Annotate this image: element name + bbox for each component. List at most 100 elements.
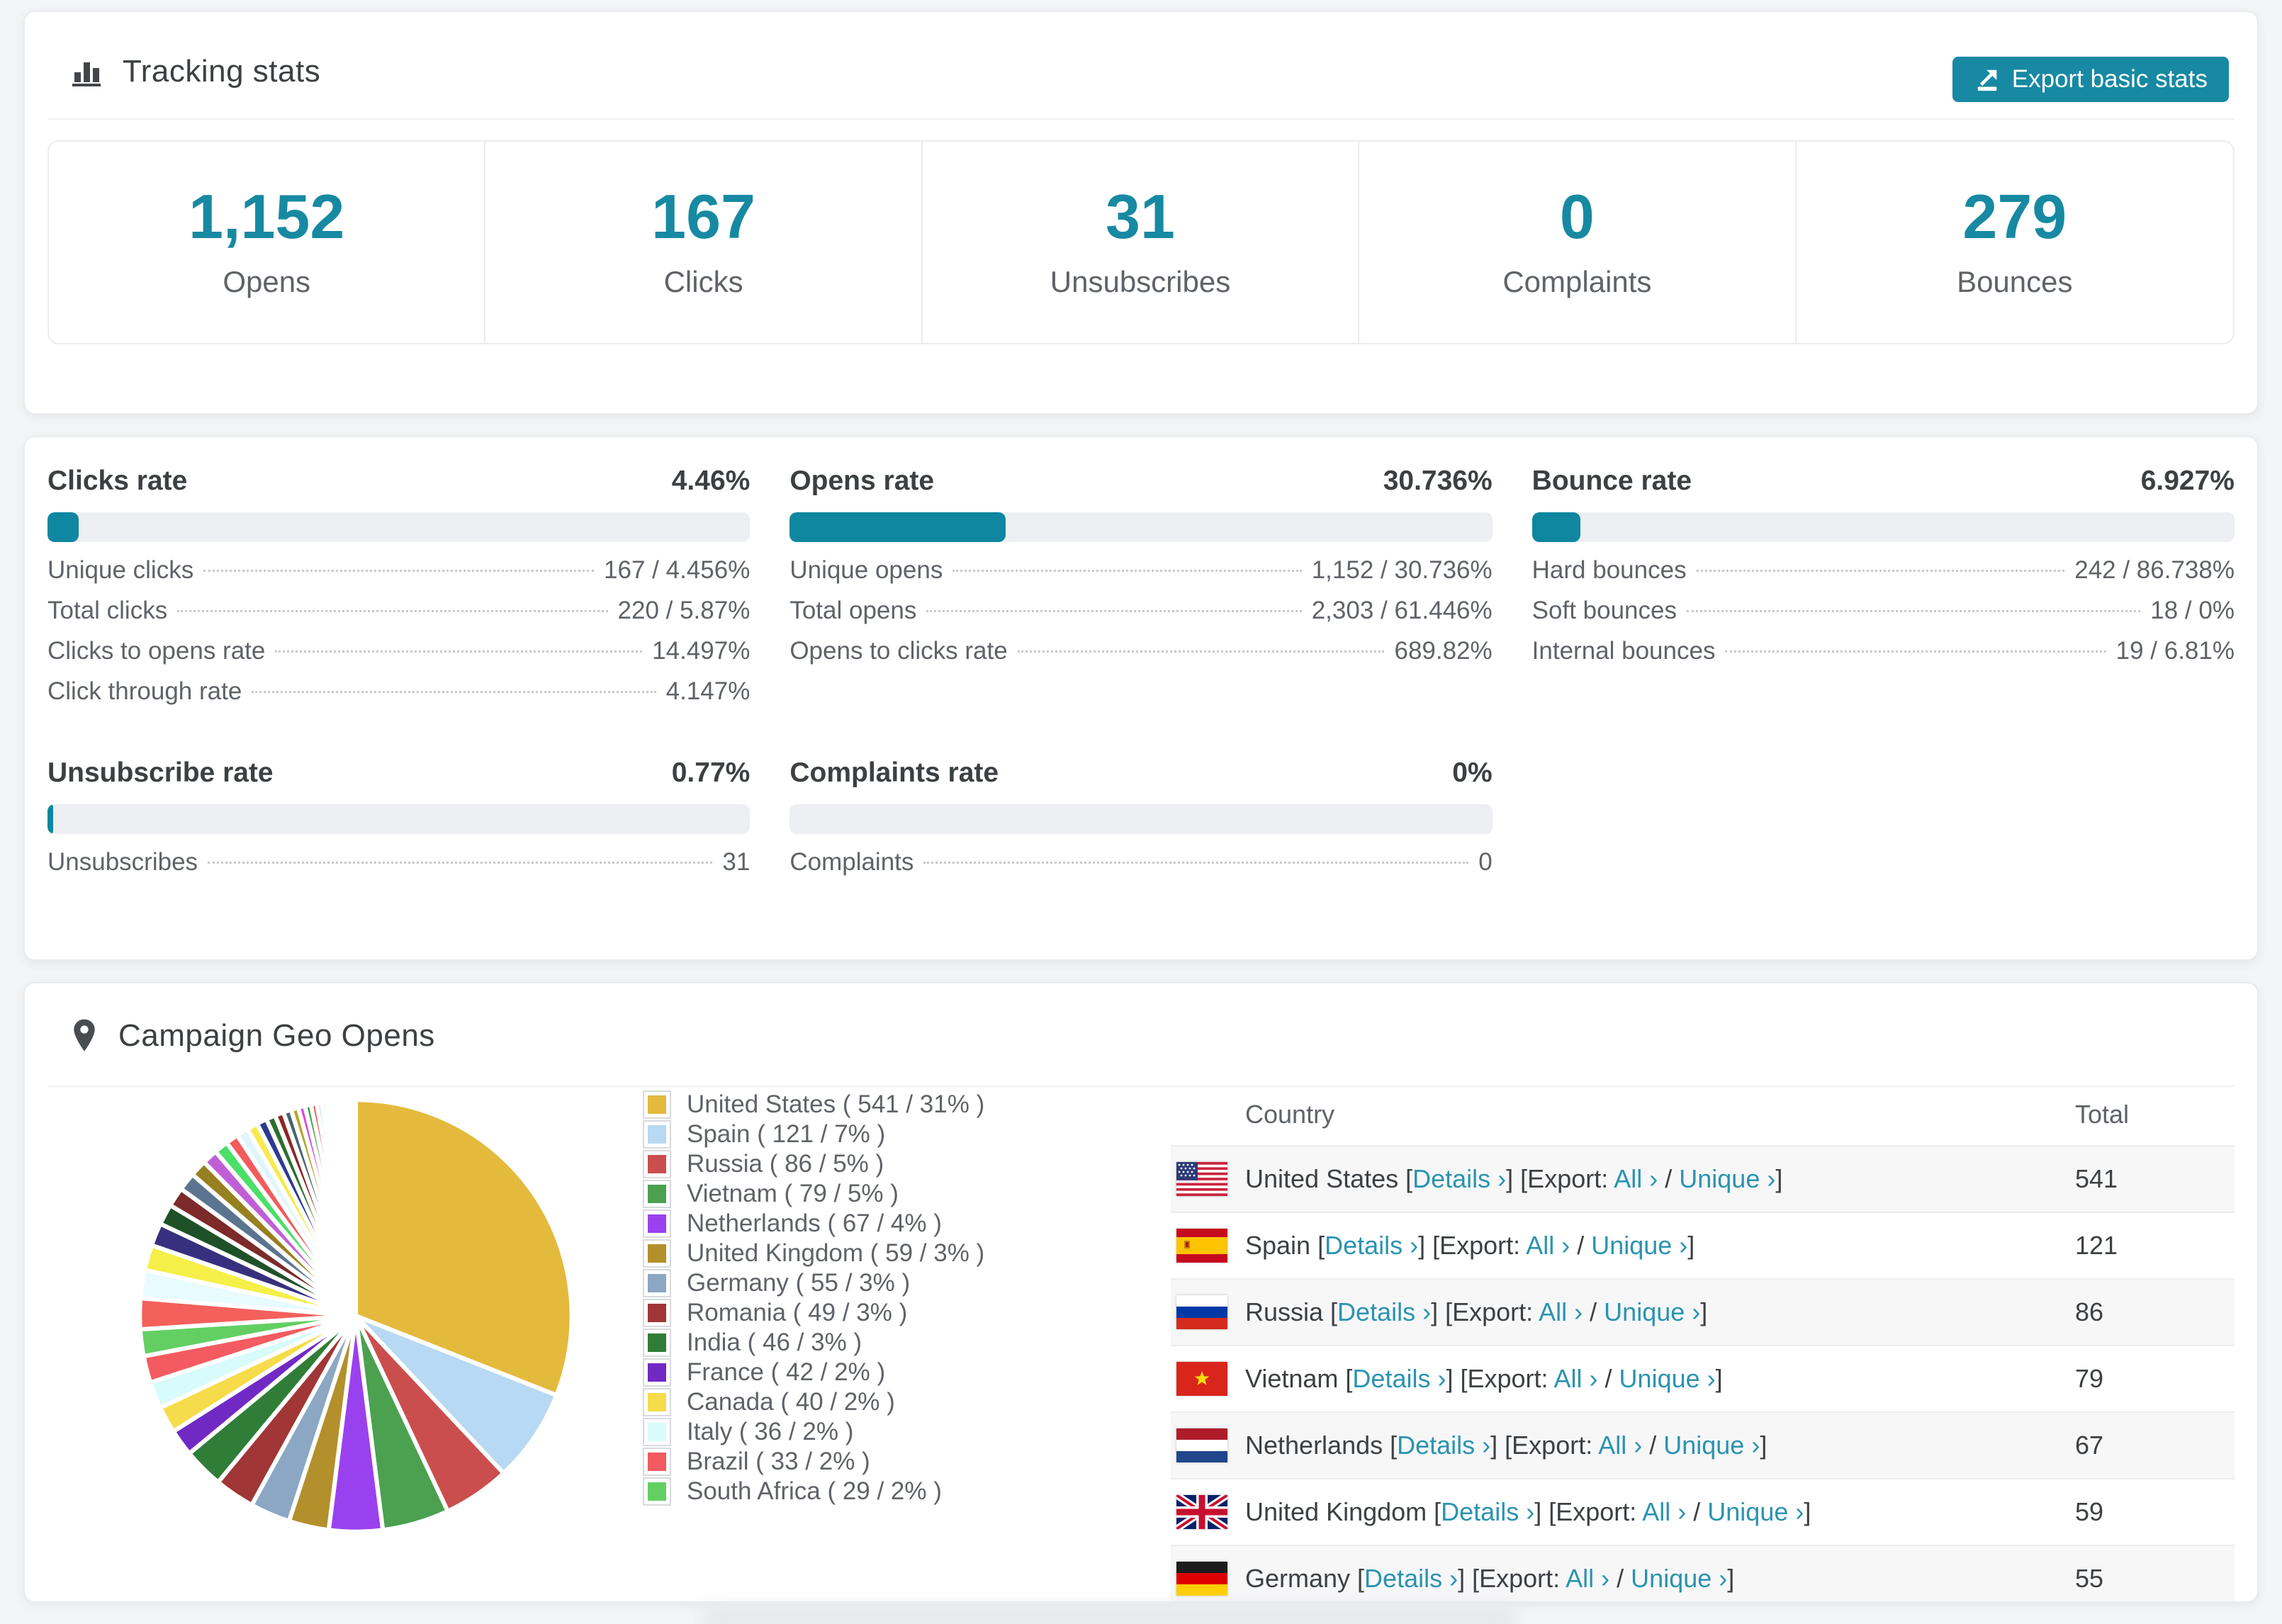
panel-title: Clicks rate — [47, 466, 188, 496]
legend-swatch — [643, 1120, 671, 1149]
detail-value: 1,152 / 30.736% — [1311, 556, 1493, 584]
detail-row: Soft bounces 18 / 0% — [1532, 597, 2235, 637]
flag-ru-icon — [1176, 1295, 1227, 1329]
export-unique-link[interactable]: Unique › — [1663, 1431, 1760, 1460]
geo-title: Campaign Geo Opens — [118, 1018, 435, 1053]
export-unique-link[interactable]: Unique › — [1631, 1564, 1727, 1593]
export-all-link[interactable]: All › — [1614, 1164, 1658, 1193]
details-link[interactable]: Details › — [1325, 1231, 1418, 1260]
export-all-link[interactable]: All › — [1526, 1231, 1570, 1260]
detail-row: Click through rate 4.147% — [47, 677, 750, 718]
detail-label: Hard bounces — [1531, 556, 1687, 584]
static-text: ] — [1687, 1231, 1695, 1260]
panel-detail-rows: Unique clicks 167 / 4.456% Total clicks 220… — [47, 556, 750, 718]
detail-row: Total clicks 220 / 5.87% — [47, 597, 750, 637]
static-text: / — [1609, 1564, 1631, 1593]
static-text: ] [Export: — [1446, 1364, 1554, 1393]
legend-swatch — [643, 1090, 671, 1119]
panel-title: Opens rate — [789, 466, 935, 496]
detail-value: 220 / 5.87% — [617, 597, 751, 624]
static-text: Vietnam [ — [1245, 1364, 1353, 1393]
legend-swatch — [643, 1269, 671, 1297]
panel-detail-rows: Unsubscribes 31 — [47, 848, 750, 889]
static-text: ] — [1727, 1564, 1735, 1593]
export-button-label: Export basic stats — [2011, 65, 2208, 93]
legend-item-canada: Canada ( 40 / 2% ) — [643, 1387, 984, 1417]
export-unique-link[interactable]: Unique › — [1679, 1164, 1775, 1193]
legend-label: South Africa ( 29 / 2% ) — [687, 1477, 942, 1505]
details-link[interactable]: Details › — [1352, 1364, 1446, 1393]
details-link[interactable]: Details › — [1397, 1431, 1490, 1460]
flag-vn-icon — [1176, 1362, 1227, 1396]
legend-item-france: France ( 42 / 2% ) — [643, 1358, 984, 1387]
progress-fill — [1531, 512, 1581, 542]
column-header-total: Total — [2075, 1100, 2130, 1129]
details-link[interactable]: Details › — [1412, 1164, 1506, 1193]
panel-title: Bounce rate — [1531, 466, 1692, 496]
export-unique-link[interactable]: Unique › — [1707, 1497, 1804, 1526]
legend-item-germany: Germany ( 55 / 3% ) — [643, 1268, 984, 1298]
detail-label: Total clicks — [47, 597, 168, 624]
static-text: / — [1658, 1164, 1680, 1193]
rate-panel-clicks-rate: Clicks rate 4.46% Unique clicks 167 / 4.456… — [47, 466, 751, 718]
static-text: United States [ — [1245, 1164, 1413, 1193]
legend-swatch — [643, 1358, 671, 1387]
stat-value: 1,152 — [189, 181, 345, 252]
bar-chart-icon — [70, 55, 103, 88]
detail-row: Opens to clicks rate 689.82% — [789, 637, 1492, 677]
header-divider — [47, 118, 2235, 120]
dotted-leader — [1725, 650, 2106, 653]
total-cell: 59 — [2075, 1497, 2104, 1526]
panel-title: Unsubscribe rate — [47, 757, 274, 788]
flag-de-icon — [1176, 1562, 1227, 1596]
legend-swatch — [643, 1209, 671, 1238]
geo-opens-pie-chart — [137, 1098, 574, 1534]
campaign-stats-page: Tracking stats Export basic stats 1,152 O… — [0, 0, 2282, 1624]
detail-value: 2,303 / 61.446% — [1311, 597, 1493, 624]
country-links: United States [Details ›] [Export: All ›… — [1245, 1164, 1782, 1193]
country-links: Germany [Details ›] [Export: All › / Uni… — [1245, 1564, 1734, 1593]
legend-swatch — [643, 1448, 671, 1476]
export-all-link[interactable]: All › — [1554, 1364, 1598, 1393]
export-unique-link[interactable]: Unique › — [1604, 1297, 1700, 1326]
legend-label: Vietnam ( 79 / 5% ) — [687, 1180, 899, 1207]
details-link[interactable]: Details › — [1441, 1497, 1534, 1526]
panel-value: 6.927% — [2140, 466, 2235, 496]
panel-detail-rows: Complaints 0 — [789, 848, 1492, 889]
export-all-link[interactable]: All › — [1598, 1431, 1642, 1460]
static-text: ] [Export: — [1431, 1297, 1539, 1326]
detail-label: Click through rate — [47, 677, 242, 705]
export-all-link[interactable]: All › — [1566, 1564, 1609, 1593]
legend-swatch — [643, 1150, 671, 1178]
detail-label: Internal bounces — [1531, 637, 1716, 665]
country-cell: Spain [Details ›] [Export: All › / Uniqu… — [1176, 1229, 2075, 1263]
country-cell: Russia [Details ›] [Export: All › / Uniq… — [1176, 1295, 2075, 1329]
export-unique-link[interactable]: Unique › — [1591, 1231, 1687, 1260]
detail-row: Total opens 2,303 / 61.446% — [789, 597, 1492, 637]
export-basic-stats-button[interactable]: Export basic stats — [1952, 57, 2229, 102]
dotted-leader — [275, 650, 643, 653]
legend-swatch — [643, 1329, 671, 1357]
stat-cell-bounces: 279 Bounces — [1797, 142, 2233, 343]
total-cell: 121 — [2075, 1231, 2118, 1260]
progress-track — [1531, 512, 2235, 542]
tracking-stats-header: Tracking stats — [25, 12, 2257, 118]
export-all-link[interactable]: All › — [1539, 1297, 1583, 1326]
details-link[interactable]: Details › — [1364, 1564, 1458, 1593]
geo-opens-table: Country Total United States [Details ›] … — [1171, 1084, 2235, 1601]
static-text: United Kingdom [ — [1245, 1497, 1441, 1526]
export-all-link[interactable]: All › — [1642, 1497, 1686, 1526]
stat-cell-clicks: 167 Clicks — [485, 142, 923, 343]
legend-label: Romania ( 49 / 3% ) — [687, 1299, 908, 1326]
export-unique-link[interactable]: Unique › — [1619, 1364, 1716, 1393]
legend-item-india: India ( 46 / 3% ) — [643, 1328, 984, 1358]
static-text: ] — [1715, 1364, 1723, 1393]
stat-label: Complaints — [1502, 265, 1652, 298]
stat-label: Unsubscribes — [1050, 265, 1231, 298]
legend-item-spain: Spain ( 121 / 7% ) — [643, 1120, 984, 1149]
detail-value: 689.82% — [1394, 637, 1493, 665]
detail-label: Unique clicks — [47, 556, 194, 584]
details-link[interactable]: Details › — [1337, 1297, 1431, 1326]
static-text: ] [Export: — [1506, 1164, 1614, 1193]
progress-fill — [789, 512, 1006, 542]
